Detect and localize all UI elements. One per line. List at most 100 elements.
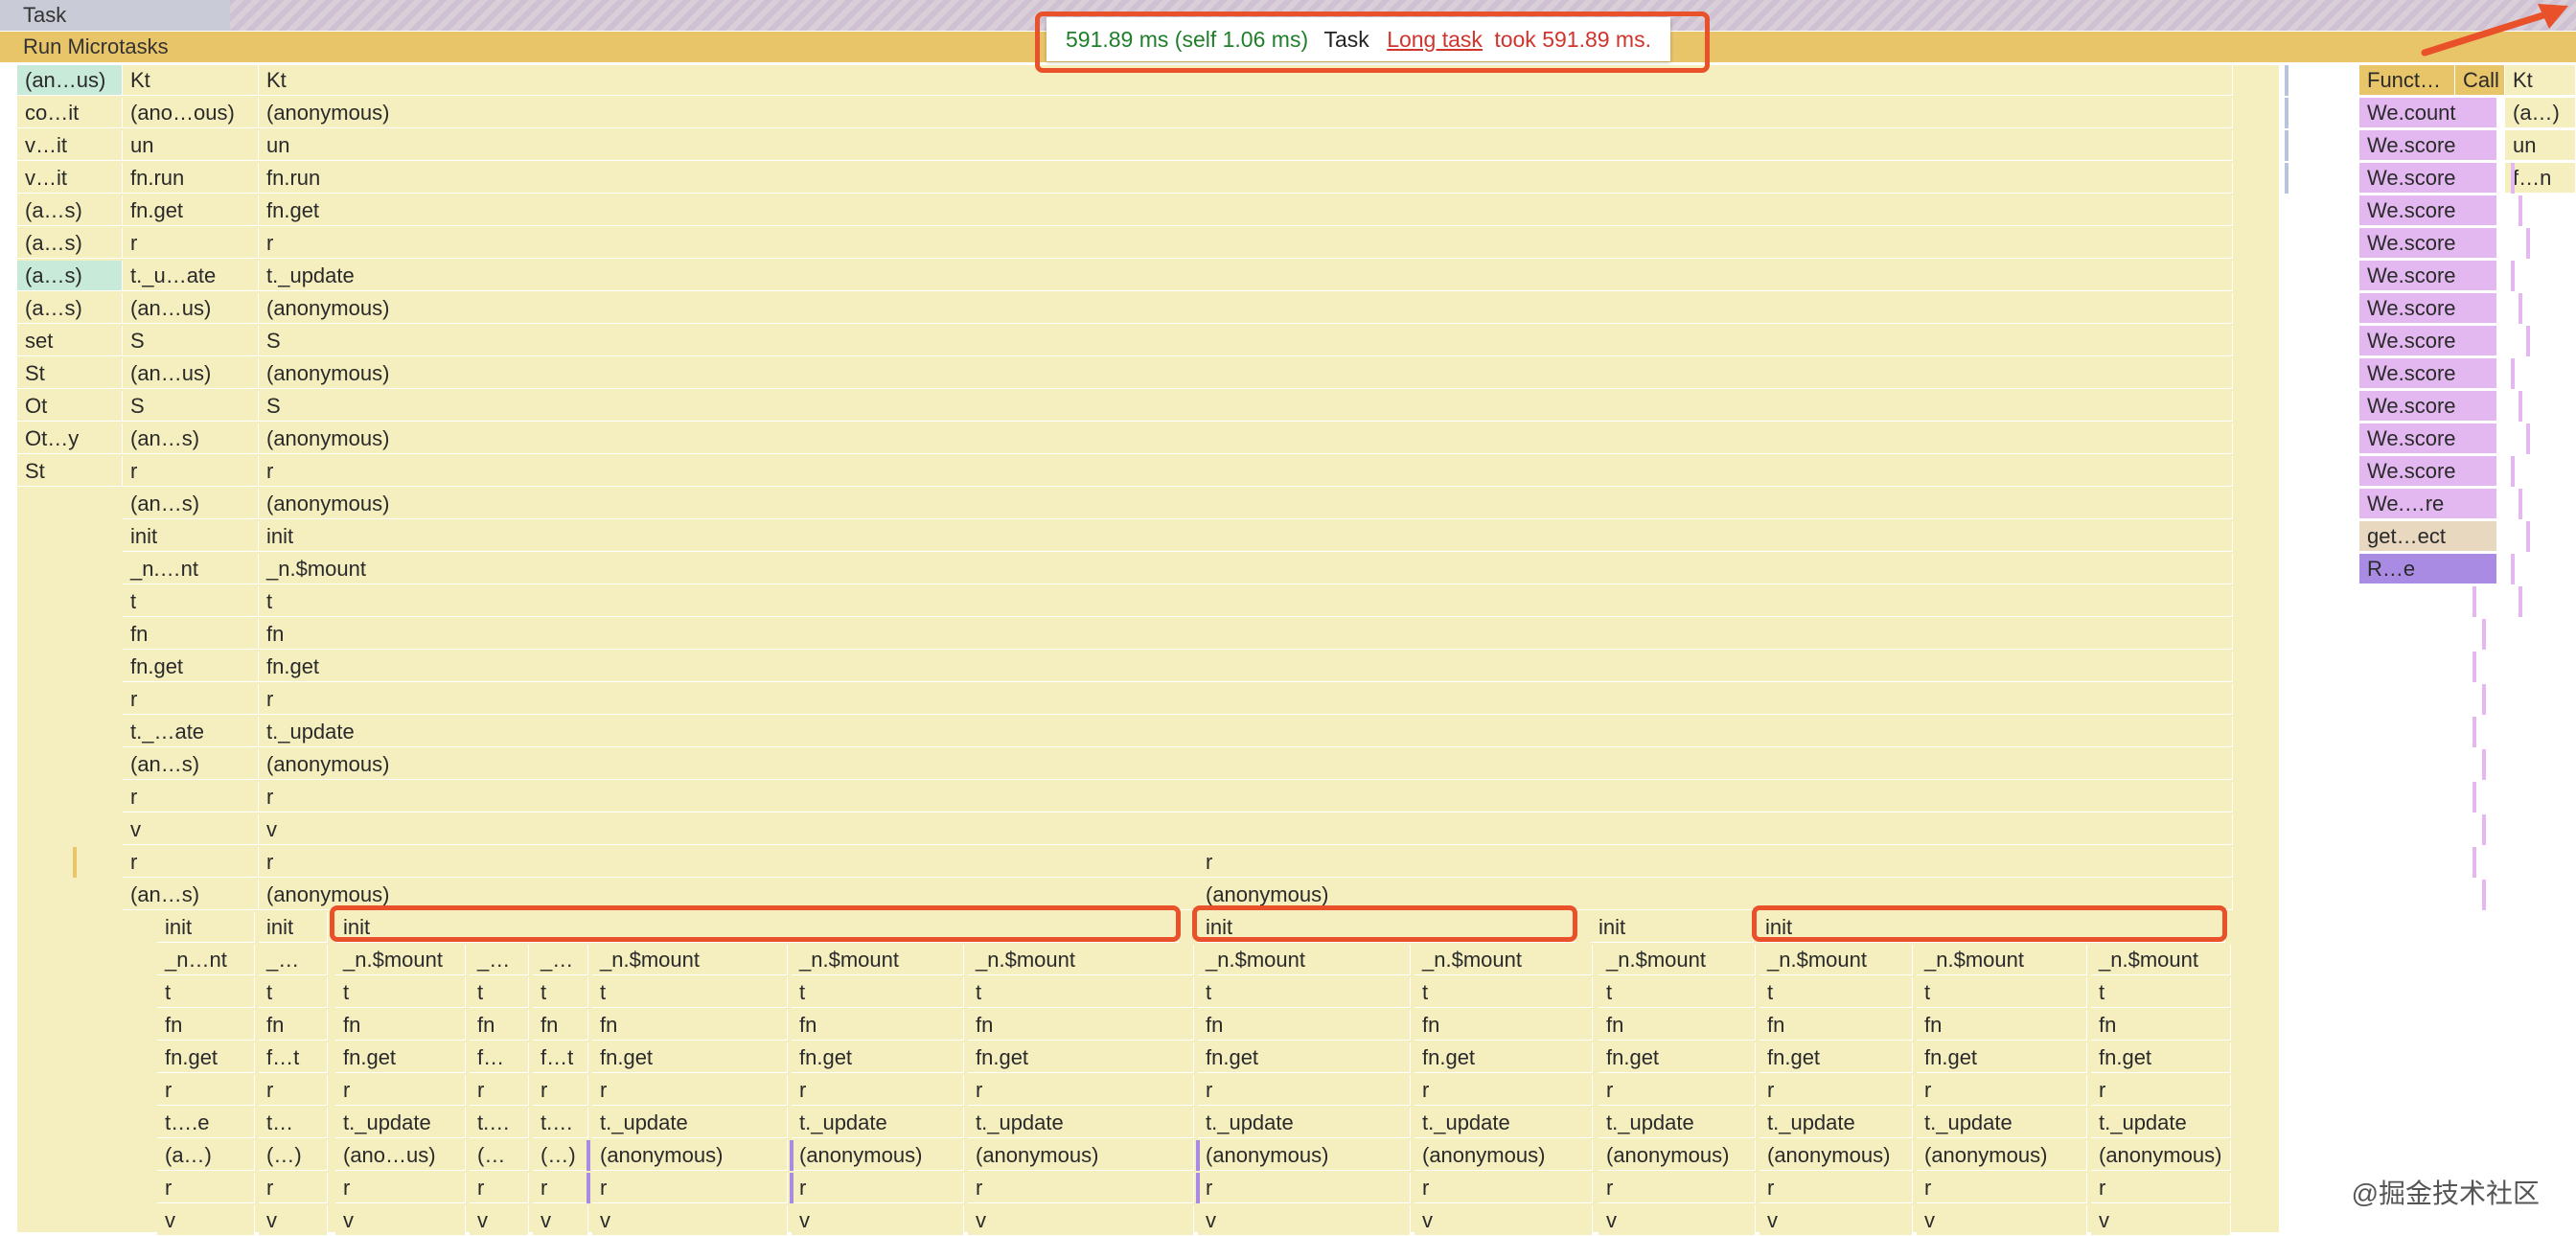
- frame-block[interactable]: r: [1917, 1173, 2087, 1203]
- frame-block[interactable]: (anonymous): [2091, 1140, 2231, 1171]
- frame-block[interactable]: v…it: [17, 130, 123, 161]
- frame-block[interactable]: r: [335, 1075, 466, 1106]
- frame-block[interactable]: t._update: [1760, 1108, 1913, 1138]
- right-frame[interactable]: We.score: [2359, 228, 2497, 259]
- frame-block[interactable]: fn.run: [123, 163, 259, 194]
- frame-block[interactable]: init: [157, 912, 255, 943]
- frame-block[interactable]: (a…s): [17, 293, 123, 324]
- frame-block[interactable]: r: [1917, 1075, 2087, 1106]
- frame-block[interactable]: r: [259, 1075, 328, 1106]
- frame-block[interactable]: (a…s): [17, 261, 123, 291]
- frame-block[interactable]: t: [259, 977, 328, 1008]
- frame-block[interactable]: t: [470, 977, 529, 1008]
- frame-block[interactable]: (…: [470, 1140, 529, 1171]
- right-frame[interactable]: get…ect: [2359, 521, 2497, 552]
- frame-block[interactable]: (…): [259, 1140, 328, 1171]
- frame-block[interactable]: t._update: [592, 1108, 788, 1138]
- frame-block[interactable]: fn.get: [592, 1042, 788, 1073]
- frame-block[interactable]: (…): [533, 1140, 588, 1171]
- frame-block[interactable]: fn: [1414, 1010, 1593, 1041]
- frame-block[interactable]: r: [1598, 1173, 1756, 1203]
- frame-block[interactable]: r: [259, 1173, 328, 1203]
- frame-block[interactable]: fn: [1598, 1010, 1756, 1041]
- frame-block[interactable]: r: [123, 847, 259, 878]
- frame-block[interactable]: (anonymous): [792, 1140, 964, 1171]
- frame-block[interactable]: v: [123, 814, 259, 845]
- frame-block[interactable]: r: [968, 1173, 1194, 1203]
- frame-block[interactable]: v: [1917, 1205, 2087, 1236]
- frame-block[interactable]: S: [259, 391, 2233, 422]
- frame-block[interactable]: fn.get: [968, 1042, 1194, 1073]
- frame-block[interactable]: fn.get: [157, 1042, 255, 1073]
- frame-block[interactable]: v: [792, 1205, 964, 1236]
- frame-block[interactable]: r: [123, 684, 259, 715]
- frame-block[interactable]: t.…: [533, 1108, 588, 1138]
- frame-block[interactable]: init: [259, 521, 2233, 552]
- frame-block[interactable]: t.…: [470, 1108, 529, 1138]
- frame-block[interactable]: r: [259, 684, 2233, 715]
- frame-block[interactable]: r: [259, 456, 2233, 487]
- right-frame[interactable]: We.score: [2359, 130, 2497, 161]
- frame-block[interactable]: St: [17, 358, 123, 389]
- frame-block[interactable]: fn.get: [259, 652, 2233, 682]
- frame-block[interactable]: (anonymous): [968, 1140, 1194, 1171]
- frame-block[interactable]: v: [1598, 1205, 1756, 1236]
- frame-block[interactable]: fn.get: [259, 195, 2233, 226]
- right-frame[interactable]: We.score: [2359, 293, 2497, 324]
- frame-block[interactable]: fn.get: [1198, 1042, 1411, 1073]
- frame-block[interactable]: (an…us): [123, 358, 259, 389]
- frame-block[interactable]: v: [1760, 1205, 1913, 1236]
- frame-block[interactable]: fn: [968, 1010, 1194, 1041]
- frame-block[interactable]: f…: [470, 1042, 529, 1073]
- frame-block[interactable]: v: [259, 814, 2233, 845]
- frame-block[interactable]: t…: [259, 1108, 328, 1138]
- frame-block[interactable]: t: [1414, 977, 1593, 1008]
- frame-block[interactable]: r: [123, 456, 259, 487]
- frame-block[interactable]: fn.run: [259, 163, 2233, 194]
- frame-block[interactable]: fn.get: [1917, 1042, 2087, 1073]
- frame-block[interactable]: (an…s): [123, 749, 259, 780]
- init-frame[interactable]: init: [1591, 912, 1754, 943]
- frame-block[interactable]: r: [157, 1173, 255, 1203]
- right-frame[interactable]: We.score: [2359, 195, 2497, 226]
- task-label[interactable]: Task: [0, 0, 230, 31]
- frame-block[interactable]: t: [592, 977, 788, 1008]
- frame-block[interactable]: t._update: [1917, 1108, 2087, 1138]
- frame-block[interactable]: r: [1598, 1075, 1756, 1106]
- frame-block[interactable]: fn.get: [1414, 1042, 1593, 1073]
- frame-block[interactable]: (anonymous): [259, 98, 2233, 128]
- mount-frame[interactable]: _n.$mount: [1917, 945, 2087, 975]
- frame-block[interactable]: t: [792, 977, 964, 1008]
- frame-block[interactable]: t._update: [335, 1108, 466, 1138]
- frame-block[interactable]: r: [335, 1173, 466, 1203]
- frame-block[interactable]: t._update: [259, 261, 2233, 291]
- mount-frame[interactable]: _n.$mount: [1414, 945, 1593, 975]
- frame-block[interactable]: r: [1198, 1075, 1411, 1106]
- frame-block[interactable]: t: [1198, 977, 1411, 1008]
- mount-frame[interactable]: _n.$mount: [792, 945, 964, 975]
- frame-block[interactable]: t: [1760, 977, 1913, 1008]
- frame-block[interactable]: v: [335, 1205, 466, 1236]
- frame-block[interactable]: un: [123, 130, 259, 161]
- right-frame[interactable]: We.…re: [2359, 489, 2497, 519]
- frame-block[interactable]: r: [1198, 847, 2233, 878]
- frame-block[interactable]: (an…s): [123, 880, 259, 910]
- frame-block[interactable]: t: [2091, 977, 2231, 1008]
- frame-block[interactable]: r: [1198, 1173, 1411, 1203]
- frame-block[interactable]: t._update: [1198, 1108, 1411, 1138]
- right-frame[interactable]: We.score: [2359, 423, 2497, 454]
- frame-block[interactable]: fn.get: [1598, 1042, 1756, 1073]
- frame-block[interactable]: fn: [335, 1010, 466, 1041]
- right-frame[interactable]: f…n: [2505, 163, 2576, 194]
- frame-block[interactable]: t._u…ate: [123, 261, 259, 291]
- frame-block[interactable]: r: [592, 1075, 788, 1106]
- frame-block[interactable]: r: [533, 1173, 588, 1203]
- frame-block[interactable]: t: [259, 586, 2233, 617]
- frame-block[interactable]: r: [1760, 1173, 1913, 1203]
- flame-chart[interactable]: Task Run Microtasks (an…us) co…it v…it v…it…: [0, 0, 2576, 1236]
- frame-block[interactable]: (anonymous): [259, 489, 2233, 519]
- frame-block[interactable]: r: [968, 1075, 1194, 1106]
- frame-block[interactable]: (an…us): [123, 293, 259, 324]
- mount-frame[interactable]: _n.$mount: [1198, 945, 1411, 975]
- frame-block[interactable]: (anonymous): [592, 1140, 788, 1171]
